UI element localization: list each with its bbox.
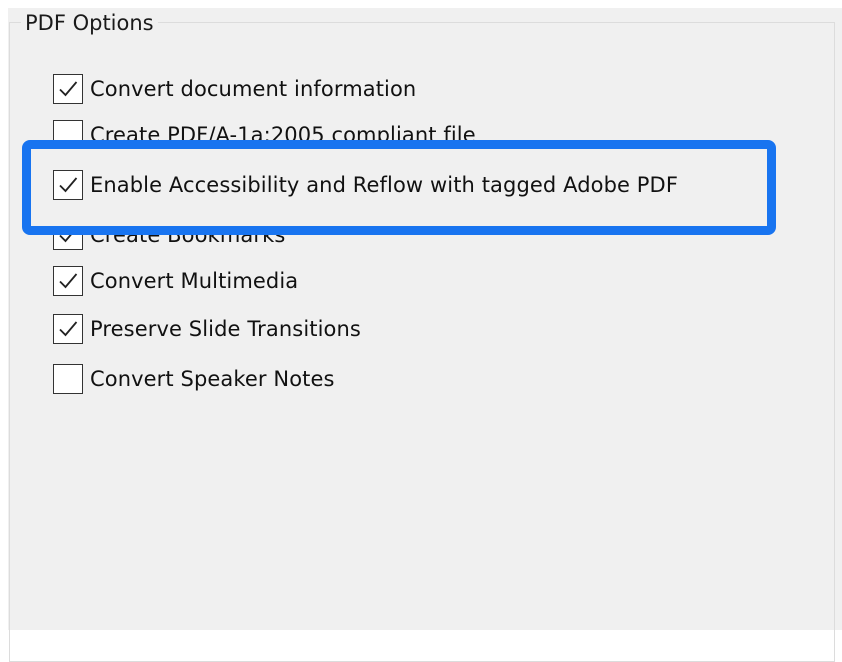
group-title: PDF Options <box>21 10 158 36</box>
option-enable-accessibility-reflow[interactable]: Enable Accessibility and Reflow with tag… <box>53 170 678 200</box>
left-border-strip <box>0 0 8 630</box>
checkbox[interactable] <box>53 170 83 200</box>
option-convert-speaker-notes[interactable]: Convert Speaker Notes <box>53 364 335 394</box>
option-label: Preserve Slide Transitions <box>90 317 361 341</box>
option-label: Convert document information <box>90 77 417 101</box>
option-preserve-slide-transitions[interactable]: Preserve Slide Transitions <box>53 314 361 344</box>
option-convert-multimedia[interactable]: Convert Multimedia <box>53 266 298 296</box>
checkmark-icon <box>59 81 78 97</box>
checkbox[interactable] <box>53 314 83 344</box>
checkbox[interactable] <box>53 266 83 296</box>
checkbox[interactable] <box>53 364 83 394</box>
option-label: Convert Multimedia <box>90 269 299 293</box>
pdf-options-panel: PDF Options Convert document information… <box>0 0 842 662</box>
top-border-strip <box>0 0 842 8</box>
option-convert-document-information[interactable]: Convert document information <box>53 74 416 104</box>
checkmark-icon <box>59 177 78 193</box>
option-label: Convert Speaker Notes <box>90 367 335 391</box>
checkmark-icon <box>59 273 78 289</box>
checkbox[interactable] <box>53 74 83 104</box>
option-label: Enable Accessibility and Reflow with tag… <box>90 173 679 197</box>
checkmark-icon <box>59 321 78 337</box>
